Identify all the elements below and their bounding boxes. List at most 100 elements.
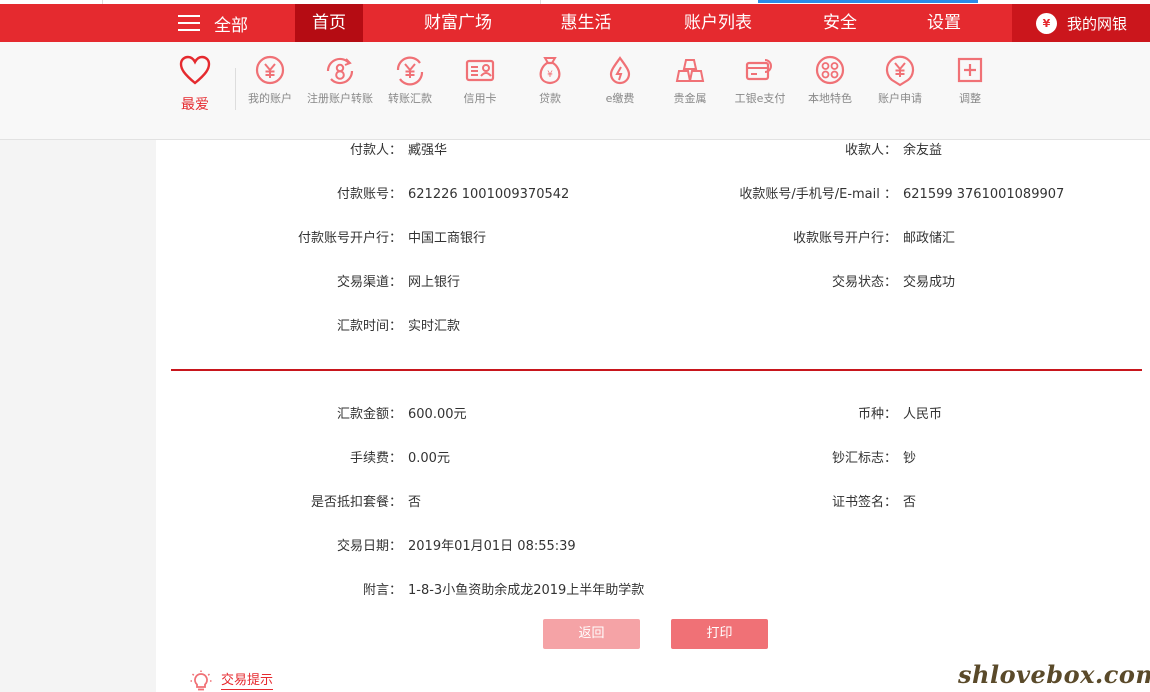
plus-square-icon [957,57,983,83]
quick-label: e缴费 [605,92,635,105]
payer-bank-value: 中国工商银行 [408,231,487,246]
amount-label: 汇款金额： [336,407,402,422]
payer-bank-label: 付款账号开户行： [297,231,402,246]
quick-precious-metals[interactable]: 贵金属 [655,54,725,107]
payee-bank-value: 邮政储汇 [903,231,956,246]
cert-value: 否 [903,495,917,510]
quick-account-apply[interactable]: 账户申请 [865,54,935,107]
payee-account-label: 收款账号/手机号/E-mail ： [739,187,897,202]
amount-value: 600.00元 [408,407,467,422]
date-value: 2019年01月01日 08:55:39 [408,539,576,554]
nav-my-ebank[interactable]: ¥ 我的网银 [1012,4,1150,42]
nav-my-ebank-label: 我的网银 [1067,14,1128,33]
quick-label: 信用卡 [463,92,497,105]
memo-label: 附言： [362,583,402,598]
memo-row: 附言： 1-8-3小鱼资助余成龙2019上半年助学款 [363,581,645,601]
print-button[interactable]: 打印 [671,619,768,649]
channel-label: 交易渠道： [336,275,402,290]
memo-value: 1-8-3小鱼资助余成龙2019上半年助学款 [408,583,645,598]
amount-row: 汇款金额： 600.00元 [337,405,467,425]
nav-wealth-plaza[interactable]: 财富广场 [408,4,508,42]
cert-row: 证书签名： 否 [832,493,917,513]
money-bag-icon: ¥ [1036,12,1057,34]
payer-label: 付款人： [349,143,402,158]
yuan-circle-icon [255,55,285,85]
drop-bolt-icon [609,56,631,85]
payer-account-row: 付款账号： 621226 1001009370542 [337,185,570,205]
credit-card-icon [465,59,495,82]
transaction-detail-panel: 付款人： 臧强华 收款人： 余友益 付款账号： 621226 100100937… [156,140,1150,692]
payer-account-value: 621226 1001009370542 [408,187,570,202]
heart-icon [179,55,211,85]
cert-label: 证书签名： [831,495,897,510]
payee-label: 收款人： [844,143,897,158]
nav-life[interactable]: 惠生活 [545,4,627,42]
status-row: 交易状态： 交易成功 [832,273,956,293]
transfer-yuan-icon [396,56,424,86]
nav-home[interactable]: 首页 [295,4,363,42]
payer-account-label: 付款账号： [336,187,402,202]
strip-highlight [758,0,978,3]
svg-text:¥: ¥ [547,70,553,80]
quick-label: 工银e支付 [734,92,786,105]
fee-label: 手续费： [349,451,402,466]
currency-value: 人民币 [903,407,943,422]
cash-flag-row: 钞汇标志： 钞 [832,449,917,469]
fee-row: 手续费： 0.00元 [350,449,450,469]
payer-bank-row: 付款账号开户行： 中国工商银行 [298,229,487,249]
transaction-tip-link[interactable]: 交易提示 [221,673,274,690]
nav-account-list[interactable]: 账户列表 [668,4,768,42]
quick-local-specialty[interactable]: 本地特色 [795,54,865,107]
favorites-label: 最爱 [181,97,209,113]
quick-my-account[interactable]: 我的账户 [235,54,305,107]
nav-all-label: 全部 [214,15,248,36]
quick-credit-card[interactable]: 信用卡 [445,54,515,107]
remit-time-row: 汇款时间： 实时汇款 [337,317,461,337]
payee-value: 余友益 [903,143,943,158]
gold-bars-icon [675,59,705,82]
status-label: 交易状态： [831,275,897,290]
quick-label: 贷款 [539,92,561,105]
quick-icbc-epay[interactable]: 工银e支付 [725,54,795,107]
channel-row: 交易渠道： 网上银行 [337,273,460,293]
nav-security[interactable]: 安全 [808,4,872,42]
payee-bank-row: 收款账号开户行： 邮政储汇 [793,229,956,249]
circles-icon [815,55,845,85]
quick-label: 账户申请 [878,92,922,105]
quick-label: 我的账户 [248,92,292,105]
quick-label: 调整 [959,92,981,105]
quick-label: 转账汇款 [388,92,432,105]
nav-all-menu[interactable]: 全部 [178,4,248,42]
quick-adjust[interactable]: 调整 [935,54,1005,107]
hamburger-icon [178,15,200,31]
card-pay-icon [745,59,772,81]
fee-value: 0.00元 [408,451,450,466]
quick-register-transfer[interactable]: 注册账户转账 [305,54,375,107]
watermark: shlovebox.com [958,660,1150,689]
quick-loan[interactable]: ¥ 贷款 [515,54,585,107]
currency-label: 币种： [857,407,897,422]
quick-epay-bills[interactable]: e缴费 [585,54,655,107]
date-label: 交易日期： [336,539,402,554]
main-nav: 全部 首页 财富广场 惠生活 账户列表 安全 设置 ¥ 我的网银 [0,4,1150,42]
payer-value: 臧强华 [408,143,448,158]
favorites[interactable]: 最爱 [174,54,216,114]
status-value: 交易成功 [903,275,956,290]
transaction-tip[interactable]: 交易提示 [190,670,274,692]
quick-transfer[interactable]: 转账汇款 [375,54,445,107]
cash-flag-value: 钞 [903,451,917,466]
remit-time-value: 实时汇款 [408,319,461,334]
payee-account-value: 621599 3761001089907 [903,187,1065,202]
section-divider [171,369,1142,371]
cash-flag-label: 钞汇标志： [831,451,897,466]
remit-time-label: 汇款时间： [336,319,402,334]
payer-row: 付款人： 臧强华 [350,141,448,161]
package-row: 是否抵扣套餐： 否 [311,493,421,513]
quick-label: 本地特色 [808,92,852,105]
package-label: 是否抵扣套餐： [310,495,402,510]
back-button[interactable]: 返回 [543,619,640,649]
currency-row: 币种： 人民币 [858,405,943,425]
quick-icon-bar: 最爱 我的账户 注册账户转账 转账汇款 信用卡 ¥ 贷款 e缴费 贵金属 工银e… [0,42,1150,140]
nav-settings[interactable]: 设置 [912,4,976,42]
register-transfer-icon [326,57,354,85]
